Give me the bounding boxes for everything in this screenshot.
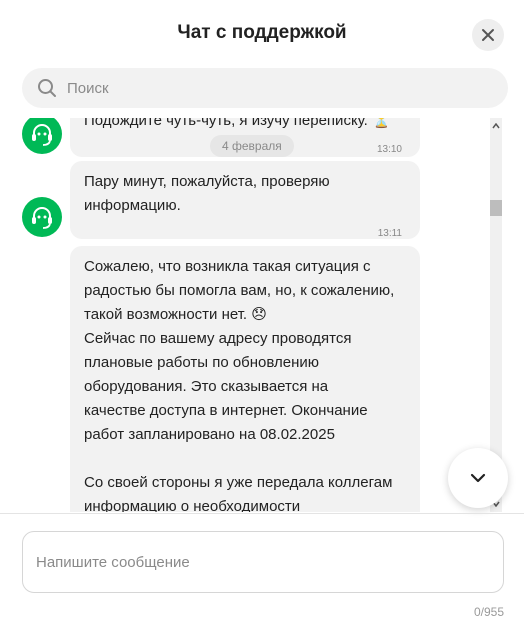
message-line: качестве доступа в интернет. Окончание (84, 402, 368, 419)
close-button[interactable] (472, 19, 504, 51)
message-text: Пару минут, пожалуйста, проверяю информа… (84, 173, 330, 214)
message-line: Со своей стороны я уже передала коллегам (84, 474, 393, 491)
support-avatar (22, 197, 62, 237)
message-bubble: Сожалею, что возникла такая ситуация с р… (70, 246, 420, 512)
scrollbar-thumb[interactable] (490, 200, 502, 216)
message-line: работ запланировано на 08.02.2025 (84, 426, 335, 443)
support-avatar (22, 118, 62, 154)
chat-header: Чат с поддержкой (0, 0, 524, 66)
message-line (84, 447, 406, 471)
message-line: плановые работы по обновлению (84, 354, 320, 371)
message-bubble: Пару минут, пожалуйста, проверяю информа… (70, 161, 420, 239)
message-line: радостью бы помогла вам, но, к сожалению… (84, 282, 395, 299)
search-icon (38, 79, 56, 97)
message-line: такой возможности нет. 😞 (84, 306, 267, 323)
page-title: Чат с поддержкой (177, 22, 347, 43)
search-input[interactable] (65, 78, 469, 98)
character-counter: 0/955 (473, 605, 504, 619)
close-icon (482, 29, 494, 41)
message-text: Подождите чуть-чуть, я изучу переписку. … (84, 118, 391, 129)
scroll-to-bottom-button[interactable] (448, 448, 508, 508)
scroll-up-icon[interactable] (490, 120, 502, 132)
message-time: 13:11 (377, 228, 402, 239)
message-input[interactable] (36, 554, 476, 576)
message-time: 13:10 (376, 144, 402, 155)
divider (0, 513, 524, 514)
headset-icon (32, 207, 52, 229)
date-separator: 4 февраля (210, 135, 294, 157)
chevron-down-icon (470, 473, 486, 483)
message-list[interactable]: Подождите чуть-чуть, я изучу переписку. … (0, 118, 487, 512)
message-line: оборудования. Это сказывается на (84, 378, 329, 395)
message-line: информацию о необходимости (84, 498, 301, 512)
message-composer[interactable] (22, 531, 504, 593)
search-bar[interactable] (22, 68, 508, 108)
headset-icon (32, 124, 52, 146)
message-line: Сейчас по вашему адресу проводятся (84, 330, 352, 347)
message-line: Сожалею, что возникла такая ситуация с (84, 258, 371, 275)
